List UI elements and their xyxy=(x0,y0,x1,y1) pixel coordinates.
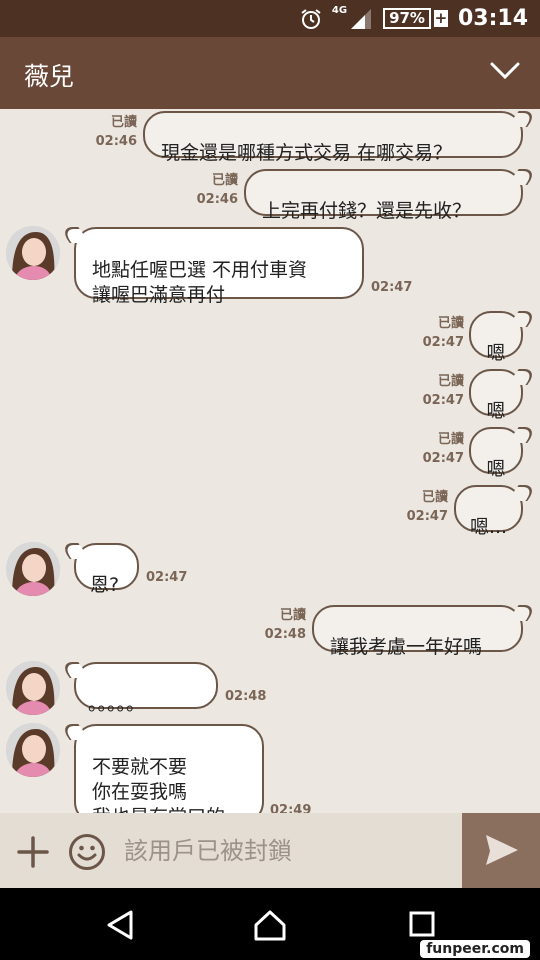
chat-header: 薇兒 xyxy=(0,37,540,109)
message-bubble-sent[interactable]: 嗯... xyxy=(454,485,523,538)
alarm-icon xyxy=(301,8,321,29)
message-time: 02:47 xyxy=(146,570,188,585)
message-time: 02:46 xyxy=(95,134,137,149)
avatar-portrait xyxy=(6,226,60,280)
message-text: 嗯 xyxy=(486,400,506,422)
contact-avatar[interactable] xyxy=(6,226,60,280)
battery-level: 97% xyxy=(383,8,431,29)
message-meta: 已讀 02:47 xyxy=(423,372,464,410)
battery-indicator: 97% + xyxy=(383,8,448,29)
read-receipt: 已讀 xyxy=(211,173,238,188)
status-bar: 4G 97% + 03:14 xyxy=(0,0,540,37)
contact-name[interactable]: 薇兒 xyxy=(24,57,74,93)
read-receipt: 已讀 xyxy=(421,490,448,505)
emoji-icon[interactable] xyxy=(68,833,106,871)
read-receipt: 已讀 xyxy=(437,432,464,447)
message-meta: 已讀 02:47 xyxy=(407,488,448,526)
message-input[interactable]: 該用戶已被封鎖 xyxy=(124,833,454,869)
message-bubble-sent[interactable]: 上完再付錢？還是先收？ xyxy=(244,169,523,222)
watermark: funpeer.com xyxy=(420,940,530,958)
contact-avatar[interactable] xyxy=(6,723,60,777)
message-time: 02:47 xyxy=(371,280,413,295)
contact-avatar[interactable] xyxy=(6,542,60,596)
message-meta: 已讀 02:47 xyxy=(423,314,464,352)
message-time: 02:46 xyxy=(196,192,238,207)
message-text: 讓我考慮一年好嗎 xyxy=(330,636,483,658)
charging-icon: + xyxy=(433,9,448,27)
signal-icon xyxy=(351,8,372,29)
read-receipt: 已讀 xyxy=(437,374,464,389)
home-icon[interactable] xyxy=(253,908,287,942)
message-bubble-received[interactable]: 。。。。。 xyxy=(74,662,218,715)
clock: 03:14 xyxy=(457,6,528,31)
read-receipt: 已讀 xyxy=(279,608,306,623)
message-bubble-sent[interactable]: 現金還是哪種方式交易 在哪交易？ xyxy=(143,111,523,164)
message-meta: 已讀 02:46 xyxy=(197,171,238,209)
status-icons: 4G 97% + 03:14 xyxy=(300,0,528,37)
message-time: 02:48 xyxy=(264,627,306,642)
message-list[interactable]: 已讀 02:46 現金還是哪種方式交易 在哪交易？ 已讀 02:46 上完再付錢… xyxy=(0,109,540,813)
message-text: 現金還是哪種方式交易 在哪交易？ xyxy=(161,142,453,164)
message-text: 不要就不要 你在耍我嗎 我也是有堂口的 xyxy=(92,756,225,813)
message-text: 嗯 xyxy=(486,342,506,364)
chevron-down-icon[interactable] xyxy=(490,61,520,81)
message-meta: 已讀 02:46 xyxy=(96,113,137,151)
message-text: 恩? xyxy=(90,574,120,596)
message-text: 。。。。。 xyxy=(88,693,146,715)
avatar-portrait xyxy=(6,661,60,715)
message-bubble-received[interactable]: 不要就不要 你在耍我嗎 我也是有堂口的 xyxy=(74,724,264,813)
message-bubble-received[interactable]: 恩? xyxy=(74,543,139,596)
system-navigation-bar: funpeer.com xyxy=(0,888,540,960)
message-time: 02:47 xyxy=(422,393,464,408)
avatar-portrait xyxy=(6,542,60,596)
avatar-portrait xyxy=(6,723,60,777)
message-meta: 已讀 02:47 xyxy=(423,430,464,468)
message-time: 02:48 xyxy=(225,689,267,704)
message-time: 02:47 xyxy=(406,509,448,524)
send-icon xyxy=(486,835,518,865)
message-bubble-sent[interactable]: 讓我考慮一年好嗎 xyxy=(312,605,523,658)
add-attachment-icon[interactable] xyxy=(16,835,50,869)
message-bubble-sent[interactable]: 嗯 xyxy=(469,311,523,364)
message-bubble-sent[interactable]: 嗯 xyxy=(469,427,523,480)
message-time: 02:47 xyxy=(422,335,464,350)
message-text: 上完再付錢？還是先收？ xyxy=(262,200,472,222)
message-text: 嗯... xyxy=(469,516,508,538)
message-text: 嗯 xyxy=(486,458,506,480)
message-input-bar: 該用戶已被封鎖 xyxy=(0,813,540,888)
message-time: 02:49 xyxy=(270,803,312,813)
message-meta: 已讀 02:48 xyxy=(265,606,306,644)
read-receipt: 已讀 xyxy=(437,316,464,331)
read-receipt: 已讀 xyxy=(110,115,137,130)
send-button[interactable] xyxy=(462,813,540,888)
contact-avatar[interactable] xyxy=(6,661,60,715)
message-bubble-received[interactable]: 地點任喔巴選 不用付車資 讓喔巴滿意再付 xyxy=(74,227,364,306)
recent-apps-icon[interactable] xyxy=(408,910,436,938)
message-text: 地點任喔巴選 不用付車資 讓喔巴滿意再付 xyxy=(92,259,308,306)
message-time: 02:47 xyxy=(422,451,464,466)
message-bubble-sent[interactable]: 嗯 xyxy=(469,369,523,422)
network-type-label: 4G xyxy=(331,5,348,16)
back-icon[interactable] xyxy=(103,908,137,942)
